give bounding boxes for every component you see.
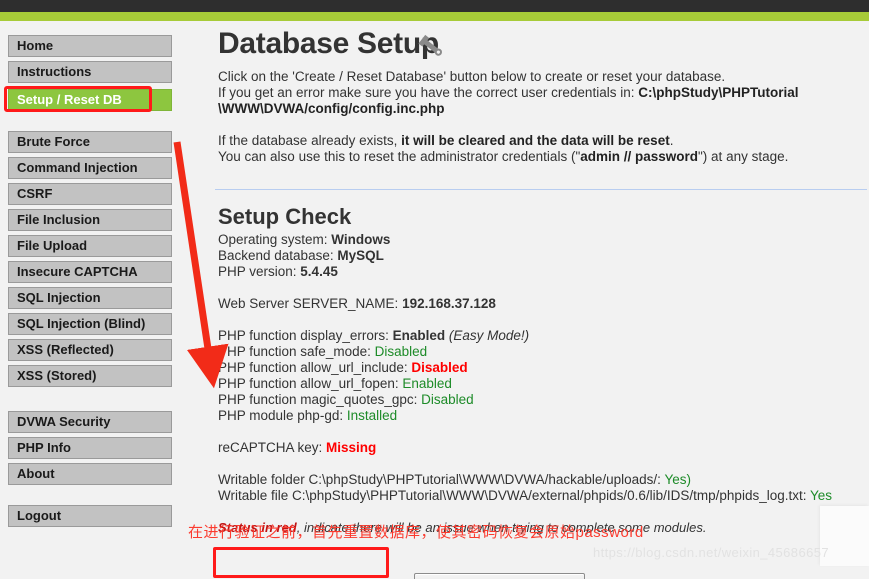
setup-check-row: PHP module php-gd: Installed <box>218 408 397 424</box>
watermark-text: https://blog.csdn.net/weixin_45686657 <box>593 545 829 560</box>
intro-line-4: If the database already exists, it will … <box>218 133 673 149</box>
setup-check-row: Web Server SERVER_NAME: 192.168.37.128 <box>218 296 496 312</box>
wrench-icon <box>418 34 442 56</box>
setup-check-value: Installed <box>346 408 398 423</box>
setup-check-suffix: (Easy Mode!) <box>445 328 530 343</box>
setup-check-row: PHP function safe_mode: Disabled <box>218 344 427 360</box>
setup-check-value: 5.4.45 <box>300 264 338 279</box>
setup-check-value: Disabled <box>421 392 474 407</box>
setup-check-label: Operating system: <box>218 232 332 247</box>
sidebar-item-sql-injection-blind[interactable]: SQL Injection (Blind) <box>8 313 172 335</box>
setup-check-row: PHP function display_errors: Enabled (Ea… <box>218 328 529 344</box>
setup-check-row: Backend database: MySQL <box>218 248 384 264</box>
sidebar-item-xss-reflected[interactable]: XSS (Reflected) <box>8 339 172 361</box>
intro-line-1: Click on the 'Create / Reset Database' b… <box>218 69 725 85</box>
setup-check-row: PHP version: 5.4.45 <box>218 264 338 280</box>
setup-check-label: Writable folder C:\phpStudy\PHPTutorial\… <box>218 472 665 487</box>
setup-check-value: Disabled <box>411 360 468 375</box>
setup-check-value: Enabled <box>392 328 446 343</box>
sidebar-item-php-info[interactable]: PHP Info <box>8 437 172 459</box>
sidebar-item-about[interactable]: About <box>8 463 172 485</box>
setup-check-row: Writable folder C:\phpStudy\PHPTutorial\… <box>218 472 691 488</box>
default-credentials: admin // password <box>580 149 699 164</box>
section-divider <box>215 189 867 190</box>
setup-check-label: PHP module php-gd: <box>218 408 347 423</box>
setup-check-value: Missing <box>326 440 377 455</box>
setup-check-label: reCAPTCHA key: <box>218 440 327 455</box>
intro-line-5-suffix: ") at any stage. <box>698 149 789 164</box>
intro-line-2: If you get an error make sure you have t… <box>218 85 798 101</box>
intro-line-3: \WWW\DVWA/config/config.inc.php <box>218 101 444 117</box>
setup-check-label: PHP function safe_mode: <box>218 344 375 359</box>
setup-check-label: Backend database: <box>218 248 338 263</box>
intro-line-5-prefix: You can also use this to reset the admin… <box>218 149 581 164</box>
intro-line-4-suffix: . <box>669 133 674 148</box>
config-path-part2: \WWW\DVWA/config/config.inc.php <box>218 101 445 116</box>
setup-check-value: MySQL <box>337 248 384 263</box>
sidebar-item-xss-stored[interactable]: XSS (Stored) <box>8 365 172 387</box>
sidebar-item-file-inclusion[interactable]: File Inclusion <box>8 209 172 231</box>
setup-check-value: 192.168.37.128 <box>402 296 496 311</box>
top-green-bar <box>0 12 869 21</box>
sidebar-item-home[interactable]: Home <box>8 35 172 57</box>
create-reset-database-button[interactable]: Create / Reset Database <box>414 573 585 579</box>
setup-check-label: PHP function allow_url_fopen: <box>218 376 403 391</box>
sidebar-item-instructions[interactable]: Instructions <box>8 61 172 83</box>
setup-check-label: Web Server SERVER_NAME: <box>218 296 403 311</box>
chinese-annotation: 在进行验证之前，首先重置数据库，使其密码恢复会原始password <box>188 524 644 541</box>
sidebar-item-dvwa-security[interactable]: DVWA Security <box>8 411 172 433</box>
setup-check-row: PHP function magic_quotes_gpc: Disabled <box>218 392 474 408</box>
sidebar-nav: Home Instructions Setup / Reset DB Brute Fo… <box>0 21 195 579</box>
intro-line-4-bold: it will be cleared and the data will be … <box>401 133 670 148</box>
top-dark-bar <box>0 0 869 12</box>
setup-check-value: Enabled <box>402 376 452 391</box>
setup-check-value: Windows <box>331 232 391 247</box>
setup-check-label: PHP function display_errors: <box>218 328 393 343</box>
setup-check-value: Yes) <box>664 472 691 487</box>
sidebar-item-sql-injection[interactable]: SQL Injection <box>8 287 172 309</box>
sidebar-item-command-injection[interactable]: Command Injection <box>8 157 172 179</box>
main-content: Database Setup Click on the 'Create / Re… <box>195 21 869 579</box>
sidebar-item-file-upload[interactable]: File Upload <box>8 235 172 257</box>
intro-line-4-prefix: If the database already exists, <box>218 133 402 148</box>
setup-check-row: Operating system: Windows <box>218 232 390 248</box>
setup-check-value: Yes <box>809 488 833 503</box>
setup-check-label: PHP function allow_url_include: <box>218 360 412 375</box>
setup-check-label: PHP version: <box>218 264 301 279</box>
intro-line-5: You can also use this to reset the admin… <box>218 149 788 165</box>
setup-check-heading: Setup Check <box>218 204 352 229</box>
setup-check-label: Writable file C:\phpStudy\PHPTutorial\WW… <box>218 488 810 503</box>
sidebar-item-csrf[interactable]: CSRF <box>8 183 172 205</box>
setup-check-row: Writable file C:\phpStudy\PHPTutorial\WW… <box>218 488 832 504</box>
sidebar-item-setup-reset-db[interactable]: Setup / Reset DB <box>8 89 172 111</box>
intro-line-1-text: Click on the 'Create / Reset Database' b… <box>218 69 726 84</box>
sidebar-item-insecure-captcha[interactable]: Insecure CAPTCHA <box>8 261 172 283</box>
setup-check-row: PHP function allow_url_include: Disabled <box>218 360 468 376</box>
dvwa-setup-page: Home Instructions Setup / Reset DB Brute Fo… <box>0 0 869 579</box>
sidebar-item-brute-force[interactable]: Brute Force <box>8 131 172 153</box>
setup-check-row: PHP function allow_url_fopen: Enabled <box>218 376 452 392</box>
sidebar-item-logout[interactable]: Logout <box>8 505 172 527</box>
setup-check-value: Disabled <box>374 344 428 359</box>
setup-check-row: reCAPTCHA key: Missing <box>218 440 376 456</box>
setup-check-label: PHP function magic_quotes_gpc: <box>218 392 422 407</box>
page-title: Database Setup <box>218 27 439 60</box>
config-path-part1: C:\phpStudy\PHPTutorial <box>638 85 799 100</box>
intro-line-2-prefix: If you get an error make sure you have t… <box>218 85 639 100</box>
